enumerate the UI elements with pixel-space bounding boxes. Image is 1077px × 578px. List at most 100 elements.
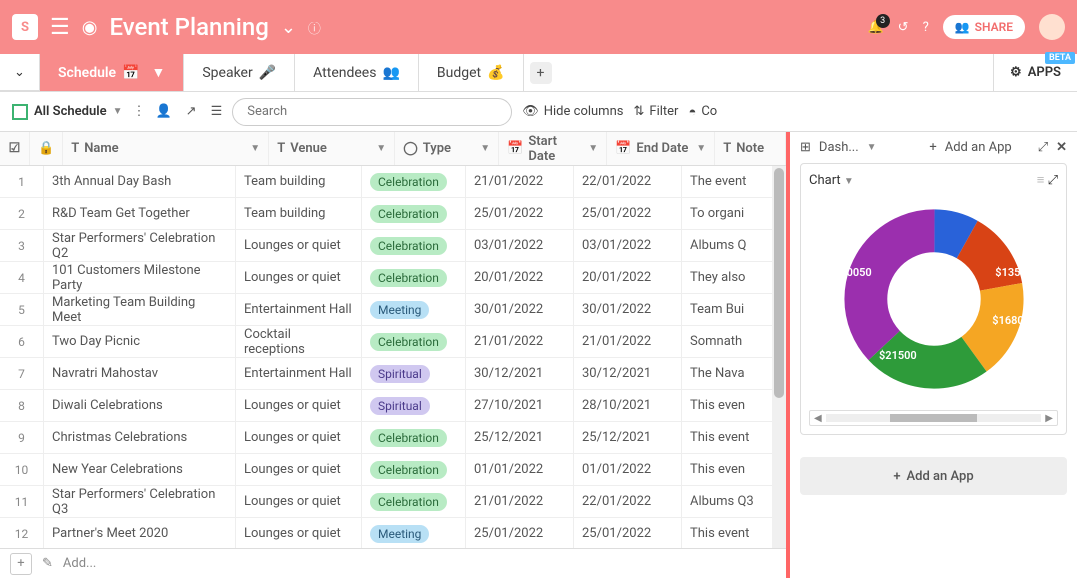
cell-name[interactable]: Navratri Mahostav — [44, 358, 236, 389]
table-row[interactable]: 11 Star Performers' Celebration Q3 Loung… — [0, 486, 786, 518]
cell-notes[interactable]: This event — [682, 518, 786, 549]
cell-start-date[interactable]: 03/01/2022 — [466, 230, 574, 261]
history-icon[interactable]: ↺ — [898, 20, 909, 35]
cell-type[interactable]: Celebration — [362, 262, 466, 293]
chart-title-selector[interactable]: Chart ▼ — [809, 173, 854, 188]
column-notes[interactable]: TNote — [715, 132, 786, 165]
tab-speaker[interactable]: Speaker 🎤 — [184, 54, 295, 91]
apps-menu[interactable]: ⚙ APPS BETA — [993, 54, 1077, 91]
cell-end-date[interactable]: 21/01/2022 — [574, 326, 682, 357]
column-venue[interactable]: TVenue▼ — [269, 132, 395, 165]
cell-notes[interactable]: The Nava — [682, 358, 786, 389]
select-all-checkbox[interactable]: ☑ — [0, 132, 30, 165]
cell-venue[interactable]: Team building — [236, 198, 362, 229]
cell-type[interactable]: Celebration — [362, 326, 466, 357]
cell-start-date[interactable]: 21/01/2022 — [466, 326, 574, 357]
cell-name[interactable]: 101 Customers Milestone Party — [44, 262, 236, 293]
cell-name[interactable]: Christmas Celebrations — [44, 422, 236, 453]
table-row[interactable]: 5 Marketing Team Building Meet Entertain… — [0, 294, 786, 326]
cell-name[interactable]: Star Performers' Celebration Q3 — [44, 486, 236, 517]
cell-venue[interactable]: Lounges or quiet — [236, 230, 362, 261]
cell-start-date[interactable]: 01/01/2022 — [466, 454, 574, 485]
cell-name[interactable]: Star Performers' Celebration Q2 — [44, 230, 236, 261]
table-row[interactable]: 12 Partner's Meet 2020 Lounges or quiet … — [0, 518, 786, 550]
cell-venue[interactable]: Lounges or quiet — [236, 390, 362, 421]
export-icon[interactable]: ↗ — [186, 104, 197, 119]
table-row[interactable]: 1 3th Annual Day Bash Team building Cele… — [0, 166, 786, 198]
cell-venue[interactable]: Cocktail receptions — [236, 326, 362, 357]
cell-venue[interactable]: Entertainment Hall — [236, 294, 362, 325]
kebab-icon[interactable]: ⋮ — [132, 104, 145, 119]
dashboard-label[interactable]: Dash... — [819, 140, 859, 155]
cell-type[interactable]: Celebration — [362, 454, 466, 485]
tab-attendees[interactable]: Attendees 👥 — [295, 54, 419, 91]
cell-notes[interactable]: Somnath — [682, 326, 786, 357]
column-end[interactable]: 📅End Date▼ — [607, 132, 715, 165]
chevron-down-icon[interactable]: ▼ — [152, 64, 166, 81]
view-selector[interactable]: All Schedule ▼ — [12, 104, 122, 120]
cell-name[interactable]: Partner's Meet 2020 — [44, 518, 236, 549]
table-row[interactable]: 4 101 Customers Milestone Party Lounges … — [0, 262, 786, 294]
cell-notes[interactable]: Albums Q — [682, 230, 786, 261]
search-input[interactable] — [247, 104, 497, 119]
table-row[interactable]: 7 Navratri Mahostav Entertainment Hall S… — [0, 358, 786, 390]
user-plus-icon[interactable]: 👤 — [155, 104, 171, 119]
cell-start-date[interactable]: 25/12/2021 — [466, 422, 574, 453]
cell-notes[interactable]: To organi — [682, 198, 786, 229]
chevron-down-icon[interactable]: ▼ — [867, 142, 877, 153]
vertical-scrollbar[interactable] — [772, 166, 786, 548]
filter-button[interactable]: ⇅ Filter — [633, 104, 678, 119]
cell-type[interactable]: Meeting — [362, 294, 466, 325]
cell-start-date[interactable]: 20/01/2022 — [466, 262, 574, 293]
menu-icon[interactable]: ☰ — [50, 15, 70, 40]
cell-end-date[interactable]: 30/01/2022 — [574, 294, 682, 325]
chevron-left-icon[interactable]: ◀ — [814, 413, 822, 424]
chevron-down-icon[interactable]: ⌄ — [281, 17, 296, 38]
cell-venue[interactable]: Lounges or quiet — [236, 422, 362, 453]
tabs-chevron-icon[interactable]: ⌄ — [0, 54, 40, 91]
cell-notes[interactable]: This even — [682, 390, 786, 421]
tab-budget[interactable]: Budget 💰 — [419, 54, 524, 91]
add-app-link[interactable]: Add an App — [945, 140, 1012, 155]
hide-columns-button[interactable]: 👁 Hide columns — [522, 104, 623, 119]
cell-type[interactable]: Celebration — [362, 198, 466, 229]
close-icon[interactable]: ✕ — [1056, 140, 1067, 155]
cell-venue[interactable]: Entertainment Hall — [236, 358, 362, 389]
cell-start-date[interactable]: 25/01/2022 — [466, 518, 574, 549]
cell-end-date[interactable]: 22/01/2022 — [574, 486, 682, 517]
cell-end-date[interactable]: 22/01/2022 — [574, 166, 682, 197]
cell-name[interactable]: New Year Celebrations — [44, 454, 236, 485]
table-row[interactable]: 3 Star Performers' Celebration Q2 Lounge… — [0, 230, 786, 262]
column-type[interactable]: ◯Type▼ — [395, 132, 499, 165]
cell-name[interactable]: 3th Annual Day Bash — [44, 166, 236, 197]
cell-venue[interactable]: Lounges or quiet — [236, 486, 362, 517]
share-button[interactable]: 👥 SHARE — [943, 15, 1025, 39]
cell-end-date[interactable]: 30/12/2021 — [574, 358, 682, 389]
column-start[interactable]: 📅Start Date▼ — [499, 132, 607, 165]
cell-name[interactable]: Diwali Celebrations — [44, 390, 236, 421]
cell-notes[interactable]: Team Bui — [682, 294, 786, 325]
table-row[interactable]: 10 New Year Celebrations Lounges or quie… — [0, 454, 786, 486]
horizontal-scrollbar[interactable]: ◀ ▶ — [809, 410, 1058, 426]
cell-notes[interactable]: The event — [682, 166, 786, 197]
tab-schedule[interactable]: Schedule 📅▼ — [40, 54, 184, 91]
help-icon[interactable]: ? — [923, 20, 929, 35]
info-icon[interactable]: ⓘ — [308, 18, 321, 37]
add-app-button[interactable]: + Add an App — [800, 457, 1067, 495]
table-row[interactable]: 2 R&D Team Get Together Team building Ce… — [0, 198, 786, 230]
cell-name[interactable]: R&D Team Get Together — [44, 198, 236, 229]
cell-end-date[interactable]: 25/01/2022 — [574, 198, 682, 229]
cell-name[interactable]: Two Day Picnic — [44, 326, 236, 357]
cell-start-date[interactable]: 21/01/2022 — [466, 166, 574, 197]
globe-icon[interactable]: ◉ — [82, 17, 98, 38]
column-name[interactable]: TName▼ — [63, 132, 269, 165]
cell-start-date[interactable]: 30/12/2021 — [466, 358, 574, 389]
cell-end-date[interactable]: 20/01/2022 — [574, 262, 682, 293]
cell-venue[interactable]: Lounges or quiet — [236, 454, 362, 485]
cell-end-date[interactable]: 25/12/2021 — [574, 422, 682, 453]
cell-type[interactable]: Spiritual — [362, 358, 466, 389]
cell-venue[interactable]: Team building — [236, 166, 362, 197]
form-icon[interactable]: ☰ — [211, 104, 223, 119]
table-row[interactable]: 8 Diwali Celebrations Lounges or quiet S… — [0, 390, 786, 422]
add-row-button[interactable]: + ✎ Add... — [0, 548, 786, 578]
